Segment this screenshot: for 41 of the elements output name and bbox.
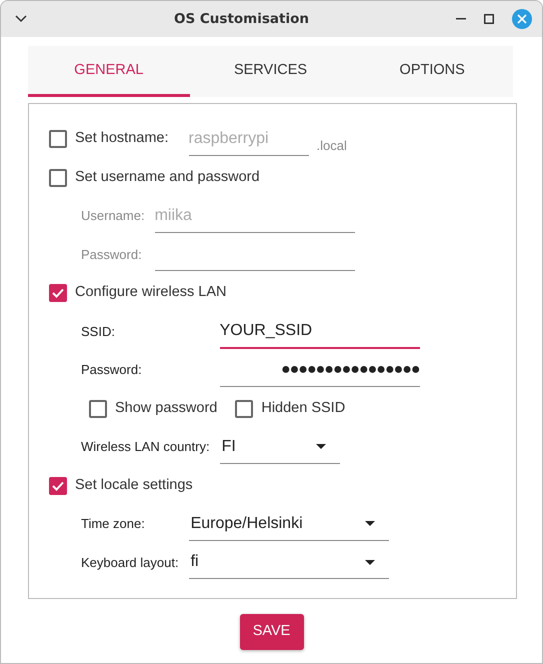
maximize-icon[interactable] (484, 14, 494, 24)
checkbox-label: Configure wireless LAN (75, 283, 227, 302)
checkbox-label: Show password (115, 398, 218, 418)
minimize-icon[interactable] (456, 18, 466, 20)
field-label: Username: (81, 207, 145, 226)
save-button[interactable]: SAVE (240, 614, 304, 650)
caret-icon (364, 521, 375, 526)
field-label: Time zone: (81, 515, 146, 534)
dropdown[interactable]: fi (188, 546, 389, 579)
tab[interactable]: SERVICES (190, 46, 352, 97)
checkbox-label: Set username and password (75, 168, 260, 187)
checkbox[interactable] (235, 400, 254, 418)
hostname-field[interactable]: raspberrypi (188, 122, 308, 156)
field-label: Password: (81, 246, 143, 264)
checkbox-label: Hidden SSID (261, 398, 346, 418)
tab[interactable]: OPTIONS (351, 46, 514, 97)
field-label: SSID: (81, 322, 116, 341)
checkbox-label: Set locale settings (75, 476, 193, 495)
chevron-down-icon[interactable] (15, 15, 27, 23)
field-label: Wireless LAN country: (81, 438, 210, 456)
caret-icon (364, 560, 375, 564)
check-icon (52, 480, 64, 490)
input-field[interactable]: miika (154, 200, 355, 232)
caret-icon (316, 444, 326, 449)
checkbox[interactable] (49, 476, 67, 494)
field-label: Password: (81, 361, 143, 380)
checkbox[interactable] (89, 400, 107, 418)
checkbox[interactable] (49, 168, 67, 186)
input-field[interactable]: YOUR_SSID (220, 314, 420, 348)
dropdown[interactable]: FI (220, 430, 340, 464)
input-field[interactable]: ●●●●●●●●●●●●●●●● (220, 354, 420, 386)
checkbox[interactable] (49, 284, 67, 302)
checkbox[interactable] (49, 130, 67, 148)
field-label: Keyboard layout: (81, 554, 179, 572)
domain-suffix: .local (316, 136, 347, 155)
tab[interactable]: GENERAL (28, 46, 190, 97)
check-icon (52, 288, 64, 298)
close-icon[interactable] (512, 9, 532, 29)
checkbox-label: Set hostname: (75, 129, 168, 148)
dropdown[interactable]: Europe/Helsinki (188, 508, 389, 540)
window-title: OS Customisation (173, 10, 310, 29)
